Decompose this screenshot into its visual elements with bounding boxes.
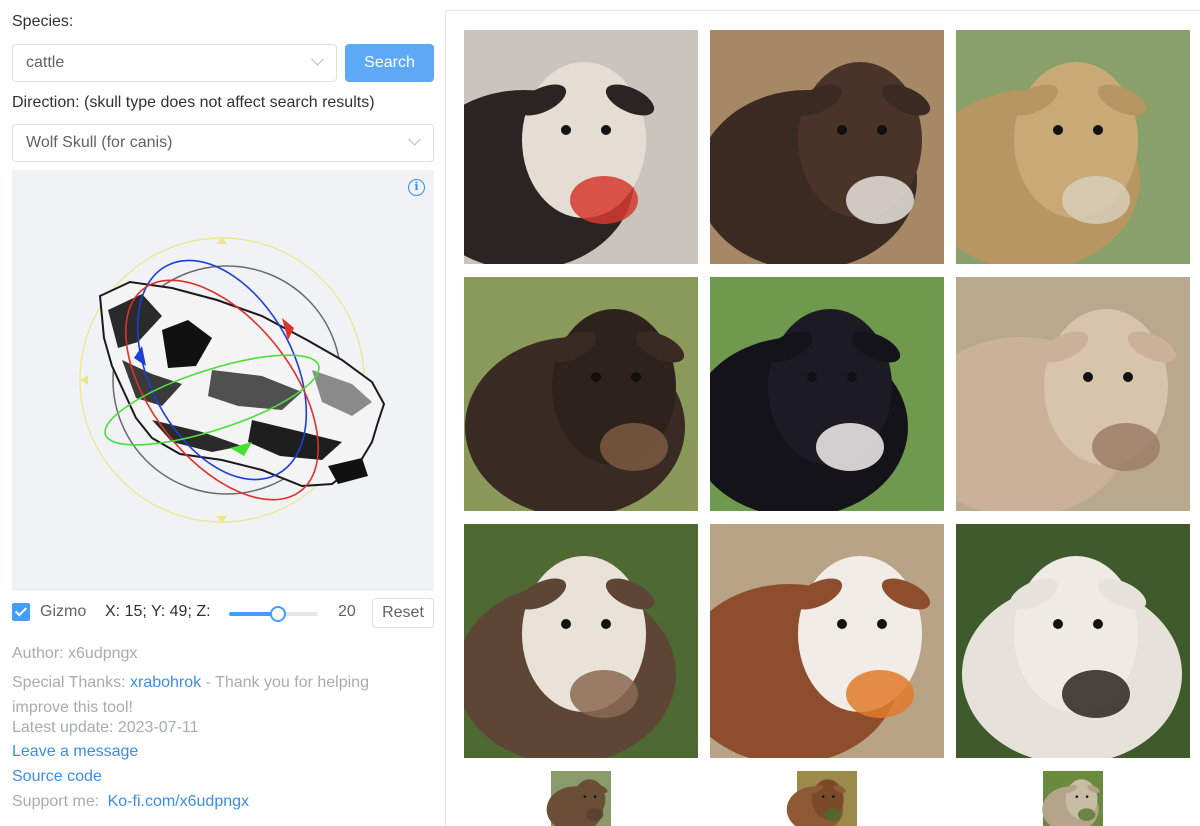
latest-update: Latest update: 2023-07-11 <box>12 719 199 736</box>
rotation-coords: X: 15; Y: 49; Z: <box>105 603 211 620</box>
thanks-prefix: Special Thanks: <box>12 674 130 691</box>
species-select[interactable]: cattle <box>12 44 337 82</box>
panel-divider <box>445 10 446 826</box>
support-row: Support me: Ko-fi.com/x6udpngx <box>12 793 249 811</box>
reset-button[interactable]: Reset <box>372 598 434 628</box>
skull-gizmo-canvas[interactable] <box>12 170 434 591</box>
gizmo-handle-top <box>217 236 227 244</box>
source-code-link[interactable]: Source code <box>12 768 102 786</box>
gizmo-checkbox[interactable] <box>12 603 30 621</box>
gizmo-handle-left <box>80 375 88 385</box>
info-icon[interactable]: i <box>408 179 425 196</box>
direction-select[interactable]: Wolf Skull (for canis) <box>12 124 434 162</box>
cattle-photo-10[interactable] <box>464 771 698 826</box>
direction-select-value: Wolf Skull (for canis) <box>26 134 173 151</box>
cattle-photo-5[interactable] <box>710 277 944 511</box>
skull-3d-viewer[interactable]: i <box>12 170 434 591</box>
control-panel: Species: cattle Search Direction: (skull… <box>0 0 445 826</box>
support-prefix: Support me: <box>12 793 100 810</box>
thanks-suffix: - Thank you for helping <box>201 674 369 691</box>
cattle-photo-7[interactable] <box>464 524 698 758</box>
cattle-photo-9[interactable] <box>956 524 1190 758</box>
z-slider[interactable] <box>229 606 318 622</box>
leave-message-link[interactable]: Leave a message <box>12 743 138 761</box>
z-slider-thumb[interactable] <box>269 606 286 622</box>
cattle-photo-1[interactable] <box>464 30 698 264</box>
gizmo-handle-bottom <box>217 516 227 524</box>
cattle-photo-12[interactable] <box>956 771 1190 826</box>
thanks-line2: improve this tool! <box>12 699 133 716</box>
cattle-photo-4[interactable] <box>464 277 698 511</box>
cattle-photo-6[interactable] <box>956 277 1190 511</box>
cattle-photo-2[interactable] <box>710 30 944 264</box>
wolf-skull-model <box>98 280 386 488</box>
panel-border-top <box>445 10 1200 11</box>
cattle-photo-3[interactable] <box>956 30 1190 264</box>
species-label: Species: <box>12 13 74 30</box>
species-select-value: cattle <box>26 54 65 71</box>
gizmo-label: Gizmo <box>40 603 87 620</box>
cattle-photo-11[interactable] <box>710 771 944 826</box>
kofi-link[interactable]: Ko-fi.com/x6udpngx <box>108 793 249 810</box>
z-slider-value: 20 <box>338 603 356 620</box>
special-thanks: Special Thanks: xrabohrok - Thank you fo… <box>12 670 432 720</box>
chevron-down-icon <box>408 132 421 146</box>
author-text: Author: x6udpngx <box>12 645 138 662</box>
direction-label: Direction: (skull type does not affect s… <box>12 94 375 111</box>
gizmo-controls: Gizmo X: 15; Y: 49; Z: 20 Reset <box>12 598 434 628</box>
thanks-link[interactable]: xrabohrok <box>130 674 201 691</box>
search-button[interactable]: Search <box>345 44 434 82</box>
chevron-down-icon <box>311 52 324 66</box>
cattle-photo-8[interactable] <box>710 524 944 758</box>
